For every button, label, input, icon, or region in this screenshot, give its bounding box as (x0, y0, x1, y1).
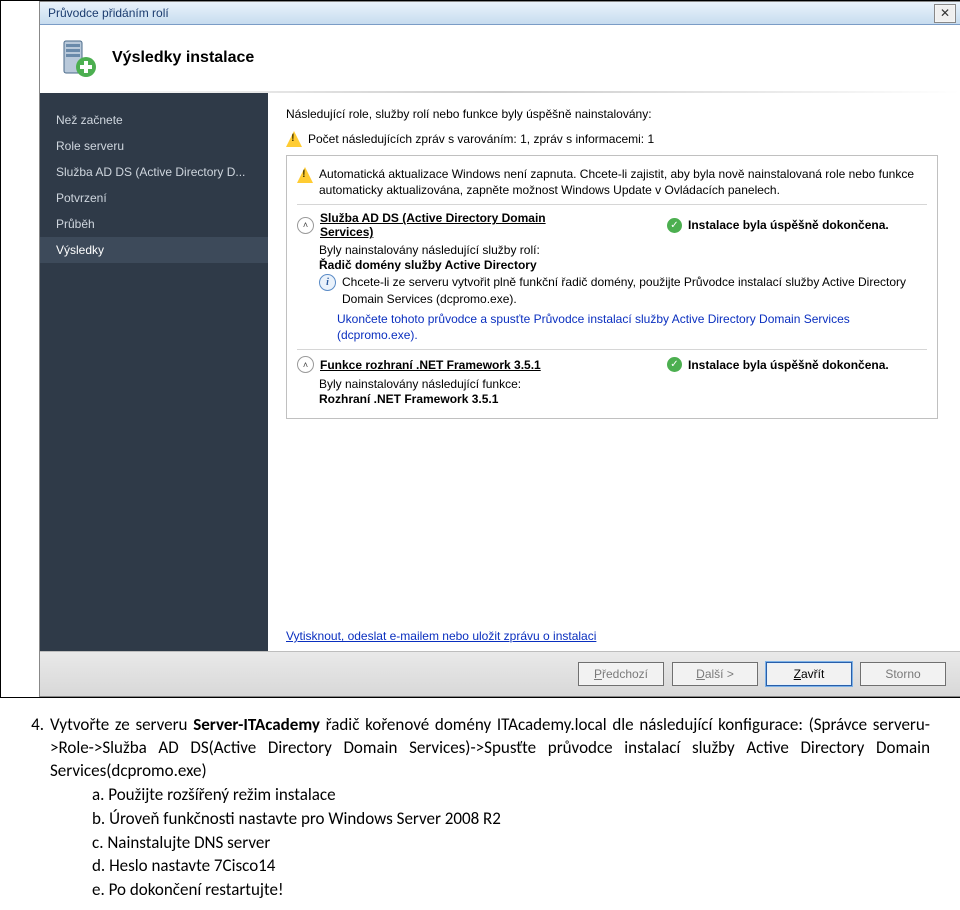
warning-icon (297, 167, 313, 183)
sidebar-item-confirm[interactable]: Potvrzení (40, 185, 268, 211)
adds-role-title: Služba AD DS (Active Directory Domain Se… (320, 211, 600, 239)
page-title: Výsledky instalace (112, 49, 254, 67)
intro-text: Následující role, služby rolí nebo funkc… (286, 107, 938, 121)
sidebar-item-roles[interactable]: Role serveru (40, 133, 268, 159)
chevron-up-icon[interactable]: ˄ (297, 356, 314, 373)
dc-info-text: Chcete-li ze serveru vytvořit plně funkč… (342, 274, 927, 306)
wizard-header: Výsledky instalace (40, 25, 960, 85)
sidebar-item-before[interactable]: Než začnete (40, 107, 268, 133)
close-button[interactable]: Zavřít (766, 662, 852, 686)
dcpromo-link[interactable]: Ukončete tohoto průvodce a spusťte Průvo… (337, 311, 927, 343)
success-icon: ✓ (667, 357, 682, 372)
wizard-window: Průvodce přidáním rolí ✕ Výsledky instal… (39, 1, 960, 697)
step4d: d. Heslo nastavte 7Cisco14 (92, 854, 930, 878)
step4-text: Vytvořte ze serveru Server-ITAcademy řad… (50, 714, 930, 783)
adds-success-text: Instalace byla úspěšně dokončena. (688, 218, 889, 232)
document-text: 4. Vytvořte ze serveru Server-ITAcademy … (10, 714, 930, 902)
wizard-main: Následující role, služby rolí nebo funkc… (268, 93, 960, 651)
list-number: 4. (10, 714, 44, 783)
netfx-success-text: Instalace byla úspěšně dokončena. (688, 358, 889, 372)
previous-button: Předchozí (578, 662, 664, 686)
server-plus-icon (58, 37, 100, 79)
auto-update-warning: Automatická aktualizace Windows není zap… (319, 166, 927, 198)
chevron-up-icon[interactable]: ˄ (297, 217, 314, 234)
netfx-title: Funkce rozhraní .NET Framework 3.5.1 (320, 358, 541, 372)
step4b: b. Úroveň funkčnosti nastavte pro Window… (92, 807, 930, 831)
step4e: e. Po dokončení restartujte! (92, 878, 930, 902)
button-bar: Předchozí Další > Zavřít Storno (40, 651, 960, 696)
success-icon: ✓ (667, 218, 682, 233)
roles-intro: Byly nainstalovány následující služby ro… (319, 243, 927, 257)
results-panel: Automatická aktualizace Windows není zap… (286, 155, 938, 419)
sidebar-item-results[interactable]: Výsledky (40, 237, 268, 263)
step4a: a. Použijte rozšířený režim instalace (92, 783, 930, 807)
window-title: Průvodce přidáním rolí (44, 6, 934, 20)
funcs-intro: Byly nainstalovány následující funkce: (319, 377, 927, 391)
dc-title: Řadič domény služby Active Directory (319, 258, 927, 272)
print-report-link[interactable]: Vytisknout, odeslat e-mailem nebo uložit… (286, 629, 596, 643)
info-icon: i (319, 274, 336, 291)
step4c: c. Nainstalujte DNS server (92, 831, 930, 855)
next-button: Další > (672, 662, 758, 686)
netfx-bold: Rozhraní .NET Framework 3.5.1 (319, 392, 927, 406)
close-icon[interactable]: ✕ (934, 4, 956, 23)
sidebar-item-progress[interactable]: Průběh (40, 211, 268, 237)
warning-count: Počet následujících zpráv s varováním: 1… (308, 132, 654, 146)
sidebar-item-adds[interactable]: Služba AD DS (Active Directory D... (40, 159, 268, 185)
wizard-sidebar: Než začnete Role serveru Služba AD DS (A… (40, 93, 268, 651)
warning-icon (286, 131, 302, 147)
title-bar: Průvodce přidáním rolí ✕ (40, 2, 960, 25)
cancel-button: Storno (860, 662, 946, 686)
